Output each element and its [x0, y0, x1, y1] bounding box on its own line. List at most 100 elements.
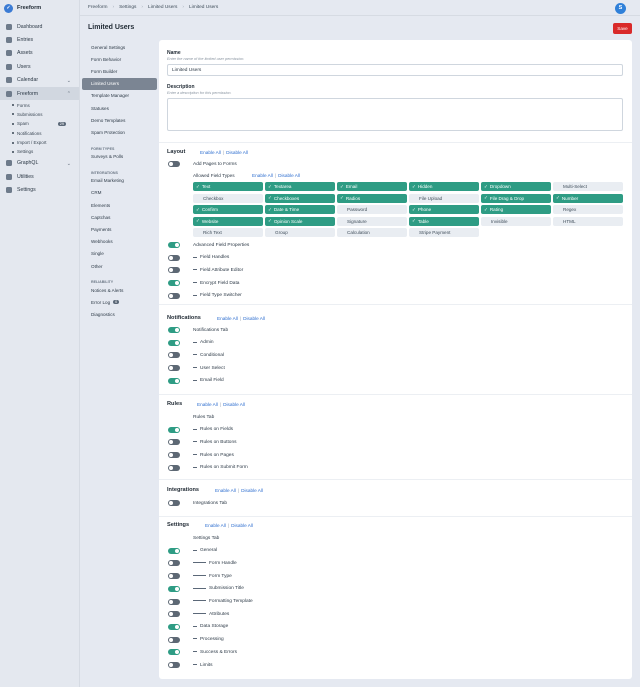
disable-all-link[interactable]: Disable All [231, 523, 253, 528]
settings-nav-item[interactable]: Webhooks [82, 236, 157, 248]
field-type-chip[interactable]: ✓ Phone [409, 205, 479, 214]
field-type-chip[interactable]: ✓ File Drag & Drop [481, 193, 551, 203]
settings-nav-item[interactable]: General Settings [82, 41, 157, 53]
field-type-chip[interactable]: Signature [337, 216, 407, 226]
settings-nav-item[interactable]: Surveys & Polls [82, 151, 157, 163]
permission-toggle[interactable] [168, 242, 180, 248]
sidebar-item-calendar[interactable]: Calendar ⌄ [0, 74, 79, 87]
subnav-item[interactable]: Notifications [12, 129, 79, 138]
field-type-chip[interactable]: ✓ Date & Time [265, 205, 335, 214]
enable-all-link[interactable]: Enable All [205, 523, 226, 528]
field-type-chip[interactable]: ✓ Text [193, 182, 263, 191]
permission-toggle[interactable] [168, 377, 180, 384]
permission-toggle[interactable] [168, 585, 180, 592]
settings-nav-item[interactable]: Error Log 0 [82, 296, 157, 308]
field-type-chip[interactable]: Rich Text [193, 228, 263, 237]
sidebar-item-assets[interactable]: Assets [0, 47, 79, 60]
settings-nav-item[interactable]: Form Builder [82, 65, 157, 77]
permission-toggle[interactable] [168, 500, 180, 506]
subnav-item[interactable]: Settings [12, 147, 79, 156]
settings-nav-item[interactable]: Limited Users [82, 77, 157, 90]
field-type-chip[interactable]: HTML [553, 216, 623, 226]
field-type-chip[interactable]: ✓ Website [193, 216, 263, 226]
field-type-chip[interactable]: ✓ Checkboxes [265, 193, 335, 203]
permission-toggle[interactable] [168, 598, 180, 605]
sidebar-item-graphql[interactable]: GraphQL ⌄ [0, 157, 79, 170]
permission-toggle[interactable] [168, 426, 180, 433]
field-type-chip[interactable]: Regex [553, 205, 623, 214]
field-type-chip[interactable]: ✓ Confirm [193, 205, 263, 214]
user-avatar[interactable]: S [615, 2, 626, 14]
breadcrumb-item[interactable]: Settings [119, 5, 136, 10]
subnav-item[interactable]: Import / Export [12, 138, 79, 147]
field-type-chip[interactable]: Group [265, 228, 335, 237]
field-type-chip[interactable]: Password [337, 205, 407, 214]
settings-nav-item[interactable]: Other [82, 260, 157, 272]
field-type-chip[interactable]: ✓ Radios [337, 193, 407, 203]
settings-nav-item[interactable]: Template Manager [82, 90, 157, 102]
disable-all-link[interactable]: Disable All [241, 488, 263, 493]
settings-nav-item[interactable]: Form Behavior [82, 53, 157, 65]
disable-all-link[interactable]: Disable All [226, 150, 248, 155]
enable-all-link[interactable]: Enable All [197, 402, 218, 407]
permission-toggle[interactable] [168, 161, 180, 167]
field-type-chip[interactable]: ✓ Hidden [409, 182, 479, 191]
field-type-chip[interactable]: Checkbox [193, 193, 263, 203]
settings-nav-item[interactable]: Single [82, 248, 157, 260]
permission-toggle[interactable] [168, 292, 180, 299]
sidebar-item-freeform[interactable]: Freeform ⌃ [0, 86, 79, 101]
enable-all-link[interactable]: Enable All [215, 488, 236, 493]
sidebar-item-dashboard[interactable]: Dashboard [0, 20, 79, 33]
save-button[interactable]: Save [613, 23, 632, 34]
disable-all-link[interactable]: Disable All [278, 173, 300, 178]
sidebar-item-settings[interactable]: Settings [0, 183, 79, 196]
field-type-chip[interactable]: ✓ Dropdown [481, 182, 551, 191]
description-textarea[interactable] [167, 98, 623, 131]
permission-toggle[interactable] [168, 560, 180, 567]
field-type-chip[interactable]: Stripe Payment [409, 228, 479, 237]
field-type-chip[interactable]: Multi-Select [553, 182, 623, 191]
permission-toggle[interactable] [168, 365, 180, 372]
permission-toggle[interactable] [168, 649, 180, 656]
permission-toggle[interactable] [168, 280, 180, 287]
subnav-item[interactable]: Forms [12, 100, 79, 109]
permission-toggle[interactable] [168, 573, 180, 580]
breadcrumb-item[interactable]: Limited Users [148, 5, 177, 10]
permission-toggle[interactable] [168, 352, 180, 359]
settings-nav-item[interactable]: Payments [82, 223, 157, 235]
sidebar-item-utilities[interactable]: Utilities [0, 170, 79, 183]
name-input[interactable]: Limited Users [167, 64, 623, 76]
field-type-chip[interactable]: Invisible [481, 216, 551, 226]
field-type-chip[interactable]: ✓ Textarea [265, 182, 335, 191]
disable-all-link[interactable]: Disable All [243, 316, 265, 321]
app-logo[interactable]: ✓ Freeform [0, 0, 79, 16]
field-type-chip[interactable]: File Upload [409, 193, 479, 203]
permission-toggle[interactable] [168, 439, 180, 446]
field-type-chip[interactable]: ✓ Table [409, 216, 479, 226]
enable-all-link[interactable]: Enable All [252, 173, 273, 178]
field-type-chip[interactable]: ✓ Opinion Scale [265, 216, 335, 226]
enable-all-link[interactable]: Enable All [200, 150, 221, 155]
permission-toggle[interactable] [168, 339, 180, 346]
permission-toggle[interactable] [168, 547, 180, 554]
disable-all-link[interactable]: Disable All [223, 402, 245, 407]
permission-toggle[interactable] [168, 464, 180, 471]
field-type-chip[interactable]: Calculation [337, 228, 407, 237]
settings-nav-item[interactable]: Notices & Alerts [82, 284, 157, 296]
settings-nav-item[interactable]: Demo Templates [82, 114, 157, 126]
settings-nav-item[interactable]: CRM [82, 187, 157, 199]
breadcrumb-item[interactable]: Freeform [88, 5, 107, 10]
permission-toggle[interactable] [168, 452, 180, 459]
permission-toggle[interactable] [168, 662, 180, 668]
permission-toggle[interactable] [168, 327, 180, 333]
sidebar-item-users[interactable]: Users [0, 60, 79, 73]
enable-all-link[interactable]: Enable All [217, 316, 238, 321]
permission-toggle[interactable] [168, 611, 180, 618]
breadcrumb-item[interactable]: Limited Users [189, 5, 218, 10]
settings-nav-item[interactable]: Elements [82, 199, 157, 211]
settings-nav-item[interactable]: Email Marketing [82, 175, 157, 187]
settings-nav-item[interactable]: Statuses [82, 102, 157, 114]
settings-nav-item[interactable]: Diagnostics [82, 309, 157, 321]
settings-nav-item[interactable]: Captchas [82, 211, 157, 223]
sidebar-item-entries[interactable]: Entries [0, 33, 79, 46]
